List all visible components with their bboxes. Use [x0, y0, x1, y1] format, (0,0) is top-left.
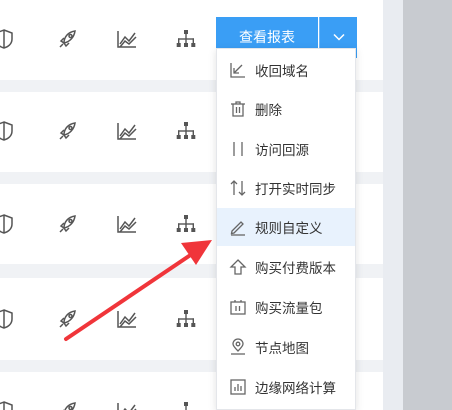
origin-access-icon: [229, 140, 247, 158]
org-tree-icon[interactable]: [175, 213, 197, 235]
traffic-package-icon: [229, 298, 247, 316]
line-chart-icon[interactable]: [116, 28, 138, 50]
menu-item-label: 边缘网络计算: [255, 381, 336, 397]
sync-icon: [229, 179, 247, 197]
trash-icon: [229, 100, 247, 118]
shield-icon[interactable]: [0, 308, 15, 330]
line-chart-icon[interactable]: [116, 400, 138, 410]
org-tree-icon[interactable]: [175, 28, 197, 50]
org-tree-icon[interactable]: [175, 400, 197, 410]
menu-item-reclaim-domain[interactable]: 收回域名: [217, 51, 355, 89]
menu-item-buy-paid-version[interactable]: 购买付费版本: [217, 248, 355, 286]
rocket-icon[interactable]: [57, 28, 79, 50]
org-tree-icon[interactable]: [175, 308, 197, 330]
line-chart-icon[interactable]: [116, 213, 138, 235]
map-pin-icon: [229, 338, 247, 356]
shield-icon[interactable]: [0, 213, 15, 235]
menu-item-delete[interactable]: 删除: [217, 90, 355, 128]
menu-item-edge-computing[interactable]: 边缘网络计算: [217, 368, 355, 406]
scrollbar-track[interactable]: [403, 0, 452, 410]
line-chart-icon[interactable]: [116, 308, 138, 330]
pencil-icon: [229, 218, 247, 236]
reclaim-domain-icon: [229, 61, 247, 79]
menu-item-label: 规则自定义: [255, 221, 323, 237]
bar-chart-icon: [229, 378, 247, 396]
rocket-icon[interactable]: [57, 400, 79, 410]
menu-item-realtime-sync[interactable]: 打开实时同步: [217, 169, 355, 207]
rocket-icon[interactable]: [57, 213, 79, 235]
menu-item-buy-traffic-package[interactable]: 购买流量包: [217, 288, 355, 326]
line-chart-icon[interactable]: [116, 120, 138, 142]
upgrade-arrow-icon: [229, 258, 247, 276]
more-actions-menu: 收回域名 删除 访问回源 打开实时同步 规则自定义 购买付费版本 购买流量包 节…: [216, 48, 356, 410]
menu-item-node-map[interactable]: 节点地图: [217, 328, 355, 366]
menu-item-label: 打开实时同步: [255, 182, 336, 198]
shield-icon[interactable]: [0, 400, 15, 410]
menu-item-origin-access[interactable]: 访问回源: [217, 130, 355, 168]
menu-item-label: 节点地图: [255, 341, 309, 357]
content-gutter: [383, 0, 403, 410]
rocket-icon[interactable]: [57, 120, 79, 142]
menu-item-label: 购买流量包: [255, 301, 323, 317]
menu-item-label: 购买付费版本: [255, 261, 336, 277]
shield-icon[interactable]: [0, 28, 15, 50]
menu-item-custom-rules[interactable]: 规则自定义: [217, 208, 355, 246]
shield-icon[interactable]: [0, 120, 15, 142]
chevron-down-icon: [333, 33, 345, 41]
menu-item-label: 访问回源: [255, 143, 309, 159]
rocket-icon[interactable]: [57, 308, 79, 330]
menu-item-label: 收回域名: [255, 64, 309, 80]
menu-item-label: 删除: [255, 103, 282, 119]
org-tree-icon[interactable]: [175, 120, 197, 142]
